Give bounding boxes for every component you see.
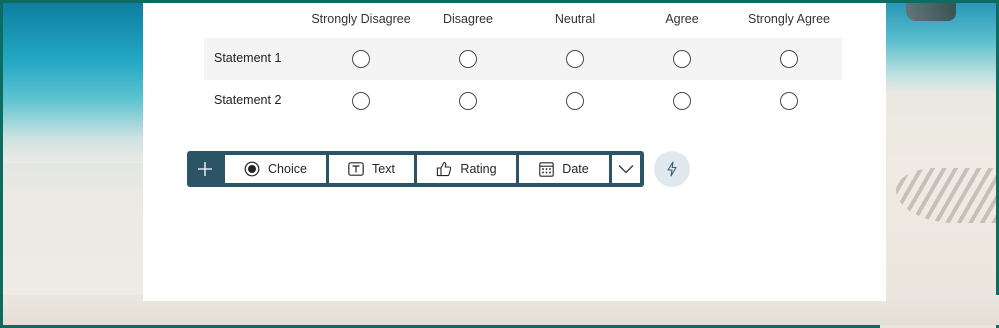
text-button[interactable]: Text	[329, 155, 414, 183]
text-box-icon	[348, 162, 364, 176]
radio-neutral[interactable]	[566, 92, 584, 110]
date-label: Date	[562, 162, 589, 176]
rating-label: Rating	[460, 162, 497, 176]
add-question-toolbar: Choice Text Rating Date	[187, 151, 644, 187]
column-agree: Agree	[665, 12, 699, 26]
radio-disagree[interactable]	[459, 50, 477, 68]
form-card: Strongly Disagree Disagree Neutral Agree…	[143, 3, 886, 301]
radio-strongly-disagree[interactable]	[352, 92, 370, 110]
more-question-types-button[interactable]	[612, 155, 640, 183]
column-disagree: Disagree	[442, 12, 494, 26]
row-label: Statement 1	[214, 51, 282, 65]
choice-button[interactable]: Choice	[225, 155, 326, 183]
add-question-button[interactable]	[187, 151, 223, 187]
radio-agree[interactable]	[673, 92, 691, 110]
column-neutral: Neutral	[554, 12, 596, 26]
rating-button[interactable]: Rating	[417, 155, 516, 183]
thumbs-up-icon	[437, 161, 452, 177]
radio-strongly-disagree[interactable]	[352, 50, 370, 68]
background-rock	[906, 3, 956, 21]
row-label: Statement 2	[214, 93, 282, 107]
likert-header: Strongly Disagree Disagree Neutral Agree…	[204, 3, 842, 38]
background-ocean-left	[3, 3, 143, 163]
calendar-icon	[539, 161, 555, 177]
choice-label: Choice	[268, 162, 307, 176]
date-button[interactable]: Date	[519, 155, 609, 183]
radio-strongly-agree[interactable]	[780, 92, 798, 110]
likert-row-statement-2: Statement 2	[204, 80, 842, 122]
radio-choice-icon	[244, 161, 260, 177]
text-label: Text	[372, 162, 395, 176]
chevron-down-icon	[618, 165, 634, 174]
column-strongly-agree: Strongly Agree	[748, 12, 830, 26]
radio-neutral[interactable]	[566, 50, 584, 68]
lightning-icon	[667, 161, 677, 177]
plus-icon	[198, 162, 212, 176]
likert-row-statement-1: Statement 1	[204, 38, 842, 80]
likert-question: Strongly Disagree Disagree Neutral Agree…	[204, 3, 842, 122]
radio-disagree[interactable]	[459, 92, 477, 110]
radio-strongly-agree[interactable]	[780, 50, 798, 68]
suggestions-button[interactable]	[654, 151, 690, 187]
column-strongly-disagree: Strongly Disagree	[311, 12, 411, 26]
radio-agree[interactable]	[673, 50, 691, 68]
